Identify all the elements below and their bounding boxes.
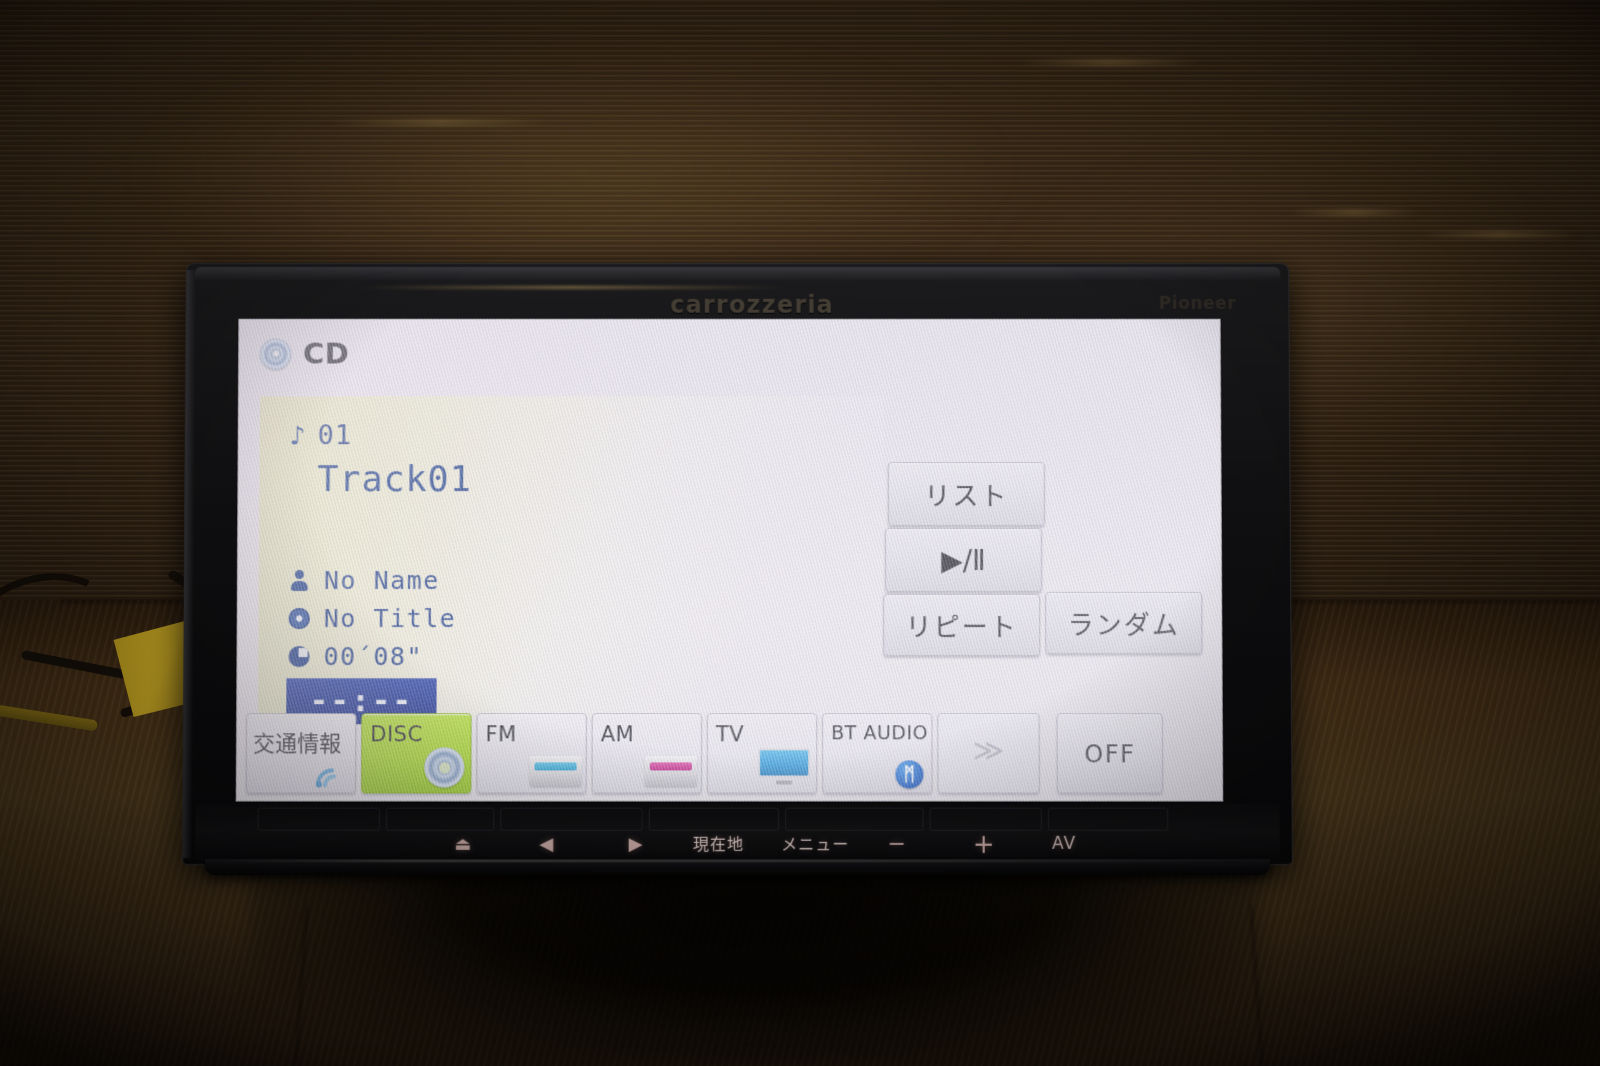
source-button-traffic-info[interactable]: 交通情報 [245,713,357,794]
now-playing-panel: ♪ 01 Track01 No Name No Title 00´08" --:… [258,396,885,725]
track-previous-button[interactable]: ◀ [539,834,553,855]
wifi-signal-icon [314,758,350,788]
faint-key-outline [500,807,643,831]
volume-down-button[interactable]: − [887,832,906,857]
bezel-highlight [356,285,785,289]
volume-up-button[interactable]: + [973,830,995,860]
bezel-edge [183,270,196,858]
list-button[interactable]: リスト [887,462,1045,527]
elapsed-time-value: --:-- [309,682,414,719]
metadata-row-duration: 00´08" [288,637,456,675]
source-button-tv[interactable]: TV [706,713,818,794]
source-button-am[interactable]: AM [591,713,702,794]
source-label-bt-audio: BT AUDIO [831,722,929,745]
brand-logo-carrozzeria: carrozzeria [670,290,834,319]
tv-icon [758,748,811,785]
source-button-fm[interactable]: FM [476,713,587,794]
track-next-button[interactable]: ▶ [629,834,643,855]
repeat-button[interactable]: リピート [883,594,1041,657]
random-button[interactable]: ランダム [1045,592,1203,655]
photo-scene: carrozzeria Pioneer CD ♪ 01 Track01 No N… [0,0,1600,1066]
metadata-row-album: No Title [288,599,457,637]
bezel-sheen [194,267,1281,281]
car-av-head-unit: carrozzeria Pioneer CD ♪ 01 Track01 No N… [183,263,1292,875]
source-button-bt-audio[interactable]: BT AUDIO ᛗ [822,713,933,794]
album-title: No Title [323,603,457,633]
source-label-traffic-info: 交通情報 [252,732,342,758]
track-number: 01 [317,420,353,452]
track-metadata-list: No Name No Title 00´08" [288,561,456,675]
source-label-tv: TV [715,722,745,747]
track-number-row: ♪ 01 [290,420,353,451]
eject-button[interactable]: ⏏ [454,834,471,855]
brand-logo-pioneer: Pioneer [1158,293,1237,314]
tuner-am-icon [644,756,697,787]
lower-bezel: ⏏ ◀ ▶ 現在地 メニュー − + AV [195,803,1280,864]
disc-icon [424,747,465,788]
tuner-fm-icon [529,756,582,787]
source-label: CD [302,336,350,371]
wall-glow-left [120,40,1020,300]
source-label-disc: DISC [370,722,423,747]
device-lip-highlight [215,860,1255,862]
faint-key-outline [785,807,924,831]
source-next-page-button[interactable]: ≫ [937,713,1040,794]
faint-key-outline [257,807,381,831]
source-button-off[interactable]: OFF [1056,713,1164,794]
bluetooth-icon: ᛗ [895,760,924,789]
device-shadow [250,852,1260,1066]
music-note-icon: ♪ [289,421,306,451]
wall-light-streak [1420,232,1580,237]
source-header: CD [260,336,350,371]
faint-key-outline [929,807,1042,831]
current-location-button[interactable]: 現在地 [693,835,744,854]
artist-name: No Name [323,565,440,595]
disc-icon [288,607,310,629]
wall-light-streak [1020,60,1200,65]
faint-key-outline [1047,807,1169,831]
source-label-fm: FM [485,722,517,747]
source-selection-bar: 交通情報 DISC FM AM TV BT AUDIO ᛗ ≫ OFF [245,713,1214,794]
track-duration: 00´08" [323,641,424,671]
device-bezel: carrozzeria Pioneer CD ♪ 01 Track01 No N… [183,264,1292,864]
person-icon [289,569,310,590]
track-title: Track01 [317,460,472,501]
source-label-am: AM [600,722,635,747]
wall-light-streak [1290,210,1420,215]
cd-disc-icon [260,338,292,369]
metadata-row-artist: No Name [289,561,457,599]
source-label-off: OFF [1084,740,1136,769]
source-button-disc[interactable]: DISC [361,713,472,794]
wall-light-streak [330,120,550,125]
av-button[interactable]: AV [1052,834,1076,854]
clock-icon [288,645,310,667]
faint-key-outline [385,807,495,831]
play-pause-button[interactable]: ▶/Ⅱ [884,528,1043,593]
chevron-double-right-icon: ≫ [972,733,1005,769]
menu-button[interactable]: メニュー [781,835,849,854]
faint-key-outline [648,807,780,831]
lcd-screen: CD ♪ 01 Track01 No Name No Title 00´08" … [235,318,1224,802]
